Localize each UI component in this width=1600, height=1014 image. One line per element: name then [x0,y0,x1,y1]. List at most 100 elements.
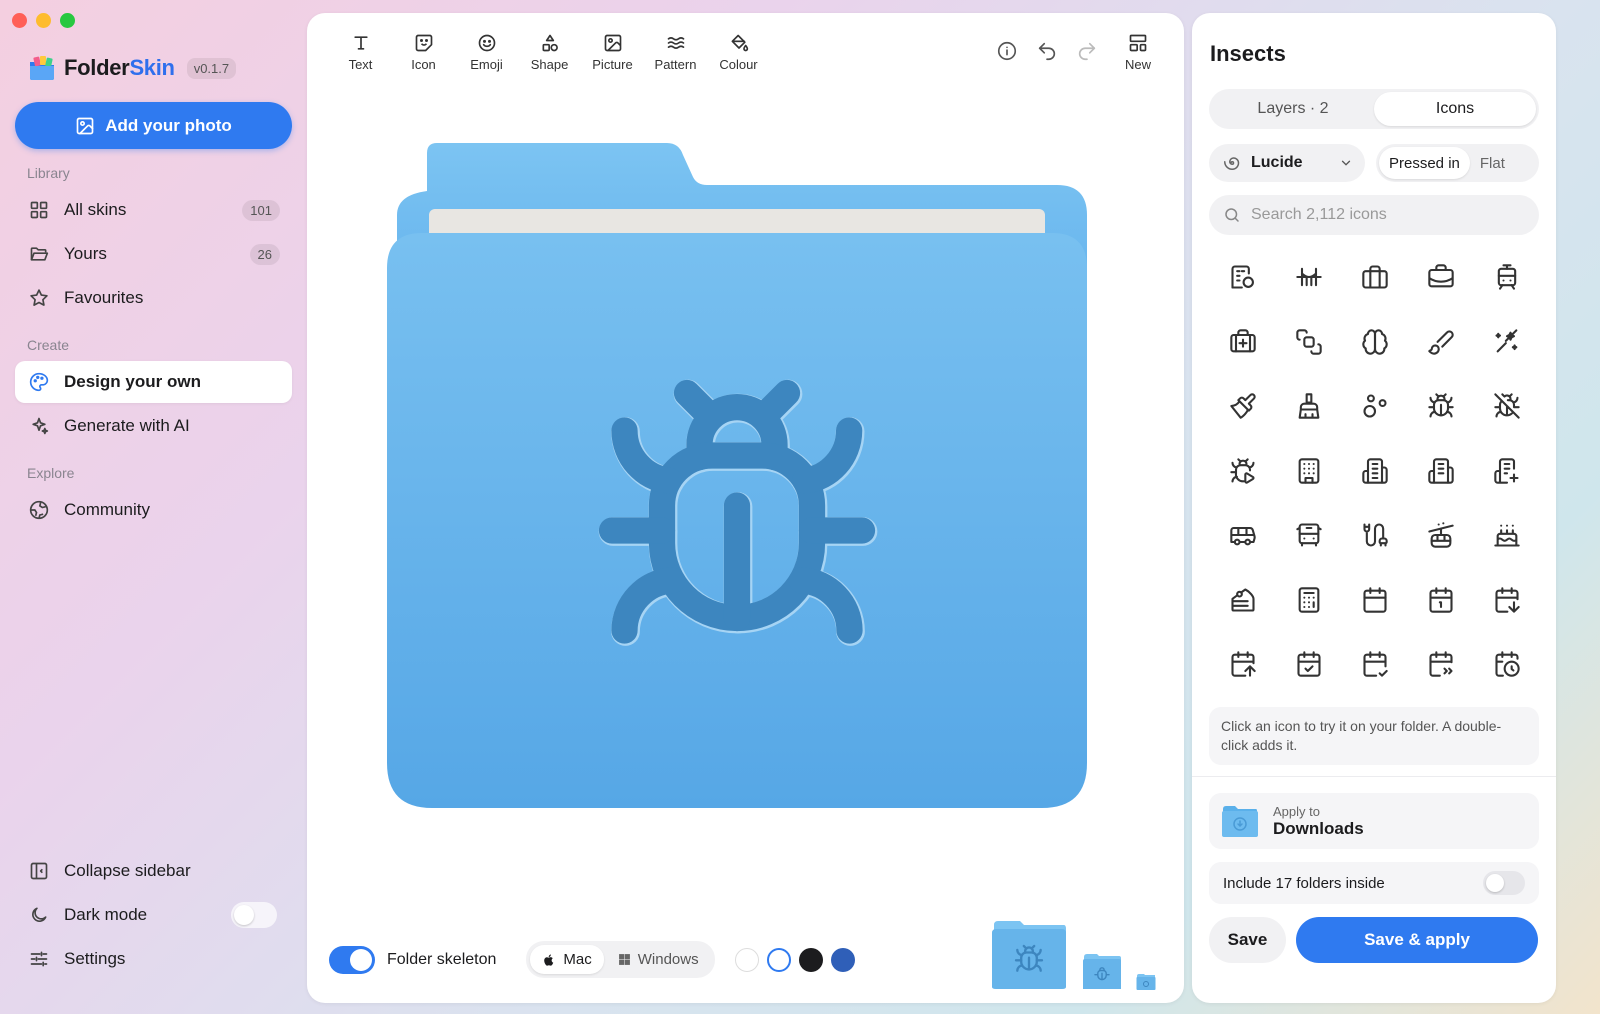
calendar-arrow-down-icon[interactable] [1474,568,1540,633]
tool-picture[interactable]: Picture [581,33,644,72]
bus-front-icon[interactable] [1276,503,1342,568]
info-icon[interactable] [996,40,1018,62]
calculator-icon[interactable] [1276,568,1342,633]
tool-emoji[interactable]: Emoji [455,33,518,72]
apply-to-target[interactable]: Apply to Downloads [1209,793,1539,849]
building-2-icon[interactable] [1210,245,1276,310]
tool-shape[interactable]: Shape [518,33,581,72]
panel-tabs: Layers · 2 Icons [1209,89,1539,129]
cake-icon[interactable] [1474,503,1540,568]
sidebar-item-yours[interactable]: Yours 26 [15,233,292,275]
tab-icons[interactable]: Icons [1374,92,1536,126]
swatch-blue[interactable] [830,947,855,972]
version-badge: v0.1.7 [186,57,237,79]
divider [1192,776,1556,777]
globe-icon [28,499,50,521]
cable-car-icon[interactable] [1408,503,1474,568]
briefcase-icon[interactable] [1342,245,1408,310]
swatch-white[interactable] [734,947,759,972]
search-icon [1225,208,1239,222]
bus-icon[interactable] [1210,503,1276,568]
building-plus-icon[interactable] [1474,439,1540,504]
sidebar-item-collapse[interactable]: Collapse sidebar [15,850,292,892]
sidebar-item-favourites[interactable]: Favourites [15,277,292,319]
add-photo-button[interactable]: Add your photo [15,102,292,149]
apply-to-folder-name: Downloads [1273,818,1364,838]
calendar-check-2-icon[interactable] [1342,632,1408,697]
icon-library-value: Lucide [1251,154,1303,171]
sparkles-icon [28,415,50,437]
tool-pattern[interactable]: Pattern [644,33,707,72]
briefcase-business-icon[interactable] [1408,245,1474,310]
briefcase-medical-icon[interactable] [1210,310,1276,375]
bug-play-icon[interactable] [1210,439,1276,504]
tool-colour[interactable]: Colour [707,33,770,72]
calendar-icon[interactable] [1342,568,1408,633]
bug-icon[interactable] [1408,374,1474,439]
building-icon[interactable] [1276,439,1342,504]
sidebar-item-generate-ai[interactable]: Generate with AI [15,405,292,447]
building-2-icon[interactable] [1408,439,1474,504]
shapes-icon [542,34,558,52]
icon-grid [1210,245,1540,697]
redo-icon[interactable] [1076,40,1098,62]
calendar-clock-icon[interactable] [1474,632,1540,697]
style-pressed-in[interactable]: Pressed in [1379,147,1470,179]
folder-preview-large [992,921,1066,989]
bubbles-icon[interactable] [1342,374,1408,439]
sidebar-item-settings[interactable]: Settings [15,938,292,980]
sidebar-item-community[interactable]: Community [15,489,292,531]
dark-mode-toggle[interactable] [231,902,277,928]
bug-off-icon[interactable] [1474,374,1540,439]
paintbrush-icon[interactable] [1210,374,1276,439]
os-mac-button[interactable]: Mac [530,945,604,974]
swatch-white-selected[interactable] [766,947,791,972]
tool-icon[interactable]: Icon [392,33,455,72]
new-button[interactable]: New [1116,33,1160,72]
sidebar-item-label: All skins [64,200,127,219]
bridge-icon[interactable] [1276,245,1342,310]
cake-slice-icon[interactable] [1210,568,1276,633]
icon-search [1209,195,1539,235]
calendar-check-icon[interactable] [1276,632,1342,697]
save-and-apply-button[interactable]: Save & apply [1296,917,1538,963]
folder-skeleton-toggle[interactable] [329,945,375,974]
tool-label: Picture [592,57,633,72]
sparkles-brush-icon[interactable] [1474,310,1540,375]
brush-icon[interactable] [1408,310,1474,375]
count-badge: 101 [242,199,280,221]
tab-layers[interactable]: Layers · 2 [1212,92,1374,126]
brain-icon[interactable] [1342,310,1408,375]
os-segmented-control: Mac Windows [526,941,715,978]
tool-label: Colour [719,57,758,72]
icon-library-select[interactable]: Lucide [1209,144,1365,182]
folder-preview [387,143,1087,808]
sidebar-item-all-skins[interactable]: All skins 101 [15,189,292,231]
cable-icon[interactable] [1342,503,1408,568]
new-label: New [1124,57,1151,72]
os-windows-button[interactable]: Windows [606,945,711,974]
brush-cleaning-icon[interactable] [1276,374,1342,439]
save-button[interactable]: Save [1209,917,1286,963]
calendar-1-icon[interactable] [1408,568,1474,633]
search-input[interactable] [1251,206,1511,224]
bring-to-front-icon[interactable] [1276,310,1342,375]
sliders-icon [28,948,50,970]
editor-toolbar: Text Icon Emoji Shape Picture Pattern Co… [329,33,770,72]
tool-text[interactable]: Text [329,33,392,72]
brand: FolderSkin v0.1.7 [28,54,237,82]
include-subfolders-row: Include 17 folders inside [1209,862,1539,904]
calendar-arrow-up-icon[interactable] [1210,632,1276,697]
windows-icon [618,954,630,965]
icon-style-segmented: Pressed in Flat [1376,144,1539,182]
sidebar-item-design-your-own[interactable]: Design your own [15,361,292,403]
calendar-cog-icon[interactable] [1408,632,1474,697]
swatch-black[interactable] [798,947,823,972]
palette-icon [28,371,50,393]
style-flat[interactable]: Flat [1470,147,1515,179]
undo-icon[interactable] [1036,40,1058,62]
include-subfolders-toggle[interactable] [1483,871,1525,895]
sidebar-item-label: Settings [64,949,126,968]
building-2-icon[interactable] [1342,439,1408,504]
tram-icon[interactable] [1474,245,1540,310]
